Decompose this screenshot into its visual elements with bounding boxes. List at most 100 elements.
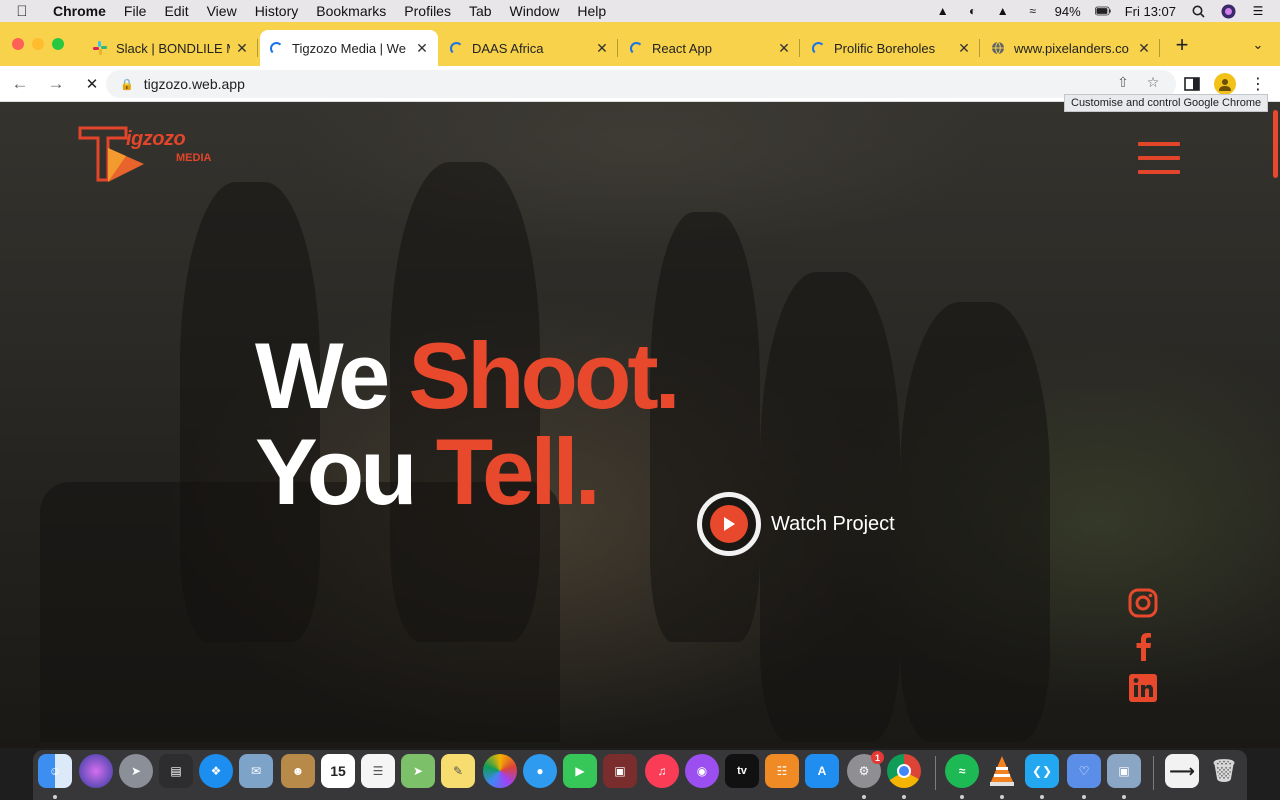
app-store-icon[interactable]: A xyxy=(805,754,839,788)
facebook-icon[interactable] xyxy=(1127,630,1159,662)
podcasts-icon[interactable]: ◉ xyxy=(685,754,719,788)
linkedin-icon[interactable] xyxy=(1127,672,1159,704)
tab-close-icon[interactable]: ✕ xyxy=(776,40,792,57)
downloads-stack-icon[interactable]: ⟶ xyxy=(1165,754,1199,788)
music-icon[interactable]: ♫ xyxy=(645,754,679,788)
notification-badge: 1 xyxy=(871,751,884,764)
logo-text: igzozo xyxy=(126,128,186,150)
system-preferences-icon[interactable]: ⚙ 1 xyxy=(847,751,884,788)
spotlight-search-icon[interactable] xyxy=(1190,4,1206,18)
url-text[interactable]: tigzozo.web.app xyxy=(144,76,245,92)
menu-clock[interactable]: Fri 13:07 xyxy=(1125,4,1176,19)
wifi-icon[interactable]: ≈ xyxy=(1025,4,1041,18)
tab-tigzozo[interactable]: Tigzozo Media | We ✕ xyxy=(260,30,438,66)
facetime-icon[interactable]: ▶ xyxy=(563,754,597,788)
finder-icon[interactable]: ☺ xyxy=(38,754,72,788)
messages-icon[interactable]: ● xyxy=(523,754,557,788)
tab-search-chevron-icon[interactable]: ⌄ xyxy=(1248,30,1268,60)
stop-loading-icon[interactable]: ✕ xyxy=(76,70,108,98)
focus-status-icon[interactable]: ◐ xyxy=(965,4,981,18)
tab-pixelanders[interactable]: www.pixelanders.co ✕ xyxy=(982,30,1160,66)
menu-chrome[interactable]: Chrome xyxy=(44,3,115,19)
vlc-icon[interactable] xyxy=(985,754,1019,788)
maps-icon[interactable]: ➤ xyxy=(401,754,435,788)
contacts-icon[interactable]: ☻ xyxy=(281,754,315,788)
calendar-day: 15 xyxy=(330,763,346,779)
safari-icon[interactable]: ❖ xyxy=(199,754,233,788)
running-indicator xyxy=(53,795,57,799)
battery-percent[interactable]: 94% xyxy=(1055,4,1081,19)
forward-arrow-icon[interactable]: → xyxy=(40,70,72,98)
lock-icon[interactable]: 🔒 xyxy=(120,78,134,91)
vscode-icon[interactable]: ❮❯ xyxy=(1025,754,1059,788)
browser-tab-strip: Slack | BONDLILE M ✕ Tigzozo Media | We … xyxy=(0,22,1280,66)
menu-profiles[interactable]: Profiles xyxy=(395,3,460,19)
slack-icon xyxy=(92,40,108,56)
menu-history[interactable]: History xyxy=(246,3,308,19)
siri-app-icon[interactable] xyxy=(79,754,113,788)
reminders-icon[interactable]: ☰ xyxy=(361,754,395,788)
web-page-hero: igzozo MEDIA We Shoot. You Tell. Watch P… xyxy=(0,102,1280,748)
tab-close-icon[interactable]: ✕ xyxy=(234,40,250,57)
tab-title: DAAS Africa xyxy=(472,40,544,56)
hamburger-menu-icon[interactable] xyxy=(1138,142,1180,174)
chrome-icon[interactable] xyxy=(887,754,921,788)
trash-icon[interactable]: 🗑 xyxy=(1207,754,1241,788)
menu-view[interactable]: View xyxy=(198,3,246,19)
tab-close-icon[interactable]: ✕ xyxy=(594,40,610,57)
tab-title: Prolific Boreholes xyxy=(834,40,936,56)
watch-project-label[interactable]: Watch Project xyxy=(771,513,895,536)
tab-react-app[interactable]: React App ✕ xyxy=(620,30,800,66)
window-controls xyxy=(12,38,64,50)
menu-help[interactable]: Help xyxy=(568,3,615,19)
calendar-icon[interactable]: 15 xyxy=(321,754,355,788)
headline-white-text: We xyxy=(255,323,409,428)
mail-stamp-icon[interactable]: ✉ xyxy=(239,754,273,788)
page-scrollbar[interactable] xyxy=(1273,110,1278,178)
menu-tab[interactable]: Tab xyxy=(460,3,501,19)
apple-tv-icon[interactable]: tv xyxy=(725,754,759,788)
photos-icon[interactable] xyxy=(483,754,517,788)
books-icon[interactable]: ☷ xyxy=(765,754,799,788)
tab-slack[interactable]: Slack | BONDLILE M ✕ xyxy=(84,30,258,66)
watch-project-button[interactable]: Watch Project xyxy=(697,492,895,556)
vlc-status-icon[interactable]: ▲ xyxy=(995,4,1011,18)
postman-icon[interactable]: ♡ xyxy=(1067,754,1101,788)
menu-window[interactable]: Window xyxy=(501,3,569,19)
menu-bookmarks[interactable]: Bookmarks xyxy=(307,3,395,19)
headline-white-text: You xyxy=(255,419,436,524)
menu-file[interactable]: File xyxy=(115,3,156,19)
control-center-icon[interactable]: ☰ xyxy=(1250,4,1266,18)
new-tab-button[interactable]: + xyxy=(1170,30,1194,60)
site-logo[interactable]: igzozo MEDIA xyxy=(78,126,228,186)
address-bar[interactable]: 🔒 tigzozo.web.app ⇧ ☆ xyxy=(106,70,1176,98)
minimize-window-button[interactable] xyxy=(32,38,44,50)
tab-daas-africa[interactable]: DAAS Africa ✕ xyxy=(440,30,618,66)
headline-line-1: We Shoot. xyxy=(255,328,681,424)
close-window-button[interactable] xyxy=(12,38,24,50)
launchpad-icon[interactable]: ➤ xyxy=(119,754,153,788)
activity-monitor-icon[interactable]: ▤ xyxy=(159,754,193,788)
back-arrow-icon[interactable]: ← xyxy=(4,70,36,98)
app-status-icon[interactable]: ▲ xyxy=(935,4,951,18)
running-indicator xyxy=(1000,795,1004,799)
instagram-icon[interactable] xyxy=(1127,587,1159,619)
bookmark-star-icon[interactable]: ☆ xyxy=(1142,74,1164,94)
battery-icon[interactable] xyxy=(1094,4,1111,18)
tab-close-icon[interactable]: ✕ xyxy=(956,40,972,57)
siri-icon[interactable] xyxy=(1220,4,1236,18)
notes-icon[interactable]: ✎ xyxy=(441,754,475,788)
macos-menu-bar:  Chrome File Edit View History Bookmark… xyxy=(0,0,1280,22)
headline-accent-text: Tell. xyxy=(435,419,601,524)
menu-edit[interactable]: Edit xyxy=(155,3,197,19)
spotify-icon[interactable]: ≈ xyxy=(945,754,979,788)
zoom-window-button[interactable] xyxy=(52,38,64,50)
apple-logo-icon[interactable]:  xyxy=(0,3,44,20)
photo-booth-icon[interactable]: ▣ xyxy=(603,754,637,788)
tab-close-icon[interactable]: ✕ xyxy=(414,40,430,57)
share-icon[interactable]: ⇧ xyxy=(1112,74,1134,94)
tab-prolific-boreholes[interactable]: Prolific Boreholes ✕ xyxy=(802,30,980,66)
tab-close-icon[interactable]: ✕ xyxy=(1136,40,1152,57)
preview-icon[interactable]: ▣ xyxy=(1107,754,1141,788)
play-icon[interactable] xyxy=(697,492,761,556)
